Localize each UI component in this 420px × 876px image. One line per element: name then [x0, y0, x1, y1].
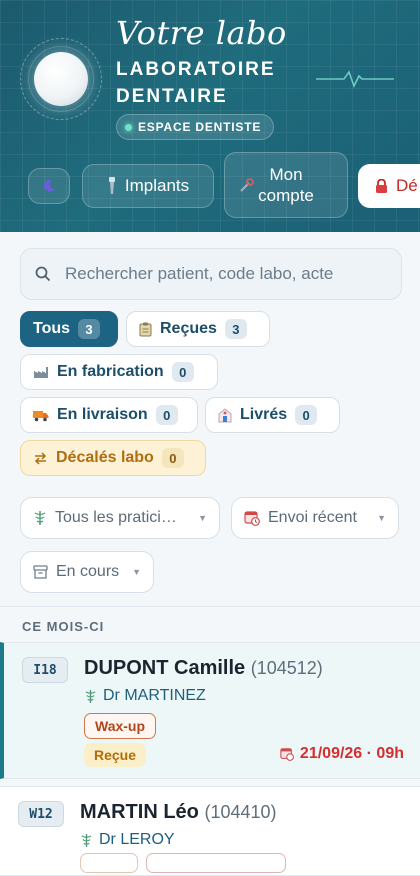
lock-icon [376, 178, 387, 193]
patient-name: MARTIN Léo (104410) [80, 801, 277, 824]
chip-label: Décalés labo [56, 449, 154, 466]
theme-toggle-button[interactable] [28, 168, 70, 204]
account-tool-icon [240, 178, 254, 192]
space-badge: ESPACE DENTISTE [116, 114, 275, 140]
swap-arrows-icon [34, 452, 47, 465]
filter-chip-lab-delayed[interactable]: Décalés labo 0 [20, 440, 206, 476]
practitioner-filter-value: Tous les pratici… [55, 509, 177, 526]
section-title: CE MOIS-CI [22, 619, 105, 634]
lab-title-line1: LABORATOIRE [116, 59, 276, 80]
case-card[interactable]: I18 DUPONT Camille (104512) Dr MARTINEZ … [0, 642, 420, 779]
filter-chip-delivered[interactable]: Livrés 0 [205, 397, 340, 433]
patient-ref: (104410) [204, 802, 277, 822]
status-badge: Reçue [84, 743, 147, 767]
caduceus-icon [81, 833, 92, 847]
chip-label: En fabrication [57, 363, 164, 380]
state-filter-value: En cours [56, 563, 120, 580]
clipboard-icon [139, 322, 152, 336]
chevron-down-icon: ▼ [132, 567, 141, 577]
case-code-badge: I18 [22, 657, 68, 683]
implants-button[interactable]: Implants [82, 164, 214, 208]
section-divider [0, 606, 420, 607]
clinic-icon [218, 407, 232, 422]
chip-label: Reçues [160, 320, 217, 337]
space-badge-label: ESPACE DENTISTE [138, 120, 262, 134]
chevron-down-icon: ▼ [198, 513, 207, 523]
doctor-name-text: Dr LEROY [99, 831, 175, 848]
patient-name: DUPONT Camille (104512) [84, 657, 323, 680]
search-placeholder: Rechercher patient, code labo, acte [65, 264, 334, 283]
header-script-title: Votre labo [116, 14, 287, 52]
my-account-button[interactable]: Mon compte [224, 152, 348, 218]
moon-icon [44, 179, 55, 192]
search-input[interactable]: Rechercher patient, code labo, acte [20, 248, 402, 300]
sort-dropdown[interactable]: Envoi récent ▼ [231, 497, 399, 539]
heartbeat-icon [316, 70, 394, 89]
chevron-down-icon: ▼ [377, 513, 386, 523]
status-dot-icon [125, 123, 132, 131]
doctor-name: Dr LEROY [80, 831, 175, 849]
caduceus-icon [85, 689, 96, 703]
logout-label: Dé [396, 176, 418, 195]
filter-chip-received[interactable]: Reçues 3 [126, 311, 270, 347]
my-account-label-line2: compte [258, 186, 314, 205]
due-date: 21/09/26 · 09h [280, 745, 404, 763]
case-tags [80, 853, 286, 873]
filter-chip-delivering[interactable]: En livraison 0 [20, 397, 198, 433]
calendar-clock-icon [280, 748, 294, 761]
work-type-badge: Wax-up [84, 713, 157, 739]
lab-title: LABORATOIRE DENTAIRE [116, 56, 276, 110]
chip-count: 0 [161, 448, 184, 468]
doctor-name-text: Dr MARTINEZ [103, 687, 206, 704]
my-account-label: Mon compte [258, 164, 314, 206]
tooth-logo-icon [34, 52, 88, 106]
case-card[interactable]: W12 MARTIN Léo (104410) Dr LEROY [0, 786, 420, 876]
work-type-badge [146, 853, 286, 873]
app-header: Votre labo LABORATOIRE DENTAIRE ESPACE D… [0, 0, 420, 232]
state-filter-dropdown[interactable]: En cours ▼ [20, 551, 154, 593]
practitioner-filter-dropdown[interactable]: Tous les pratici… ▼ [20, 497, 220, 539]
patient-name-text: DUPONT Camille [84, 657, 246, 679]
patient-name-text: MARTIN Léo [80, 801, 199, 823]
chip-count: 3 [224, 319, 247, 339]
chip-count: 0 [295, 405, 318, 425]
logout-button[interactable]: Dé [358, 164, 420, 208]
chip-count: 0 [171, 362, 194, 382]
chip-count: 0 [155, 405, 178, 425]
case-code-badge: W12 [18, 801, 64, 827]
sort-value: Envoi récent [268, 509, 357, 526]
implants-label: Implants [124, 176, 190, 195]
truck-icon [33, 410, 49, 421]
implant-icon [108, 177, 115, 194]
doctor-name: Dr MARTINEZ [84, 687, 206, 705]
chip-label: En livraison [57, 406, 148, 423]
work-type-badge [80, 853, 138, 873]
chip-label: Livrés [240, 406, 288, 423]
due-date-text: 21/09/26 · 09h [299, 745, 404, 762]
chip-label: Tous [33, 320, 71, 337]
search-icon [35, 266, 51, 282]
factory-icon [34, 367, 48, 378]
filter-chip-all[interactable]: Tous 3 [20, 311, 118, 347]
my-account-label-line1: Mon [269, 165, 303, 184]
archive-box-icon [33, 565, 48, 579]
patient-ref: (104512) [250, 658, 323, 678]
calendar-clock-icon [244, 511, 260, 526]
chip-count: 3 [78, 319, 101, 339]
lab-title-line2: DENTAIRE [116, 86, 228, 107]
caduceus-icon [34, 511, 46, 525]
filter-chip-manufacturing[interactable]: En fabrication 0 [20, 354, 218, 390]
